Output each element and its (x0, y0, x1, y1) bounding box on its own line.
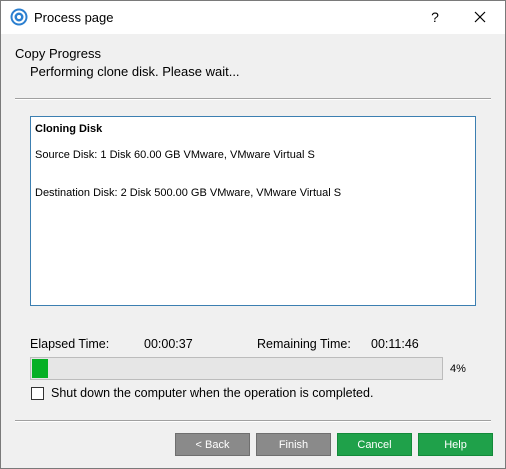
remaining-time-value: 00:11:46 (371, 337, 419, 351)
remaining-time-label: Remaining Time: (257, 337, 351, 351)
progress-bar-fill (32, 359, 48, 378)
help-title-button[interactable]: ? (421, 3, 449, 31)
elapsed-time-value: 00:00:37 (144, 337, 193, 351)
progress-bar (30, 357, 443, 380)
back-button[interactable]: < Back (175, 433, 250, 456)
elapsed-time-label: Elapsed Time: (30, 337, 110, 351)
progress-percent: 4% (450, 363, 466, 375)
shutdown-checkbox-label[interactable]: Shut down the computer when the operatio… (51, 386, 373, 400)
source-disk-text: Source Disk: 1 Disk 60.00 GB VMware, VMw… (35, 149, 315, 161)
cancel-button[interactable]: Cancel (337, 433, 412, 456)
footer-divider (15, 420, 491, 422)
close-icon (474, 11, 486, 23)
page-subtitle: Performing clone disk. Please wait... (30, 64, 240, 79)
header-divider (15, 98, 491, 100)
destination-disk-text: Destination Disk: 2 Disk 500.00 GB VMwar… (35, 187, 342, 199)
page-title: Copy Progress (15, 46, 101, 61)
dialog-window: Process page ? Copy Progress Performing … (0, 0, 506, 469)
window-title: Process page (34, 10, 114, 25)
cloning-info-box: Cloning Disk Source Disk: 1 Disk 60.00 G… (30, 116, 476, 306)
close-button[interactable] (465, 3, 495, 31)
shutdown-checkbox[interactable] (31, 387, 44, 400)
app-icon (10, 8, 28, 26)
title-bar: Process page ? (1, 1, 505, 34)
help-button[interactable]: Help (418, 433, 493, 456)
info-heading: Cloning Disk (35, 123, 103, 135)
finish-button[interactable]: Finish (256, 433, 331, 456)
